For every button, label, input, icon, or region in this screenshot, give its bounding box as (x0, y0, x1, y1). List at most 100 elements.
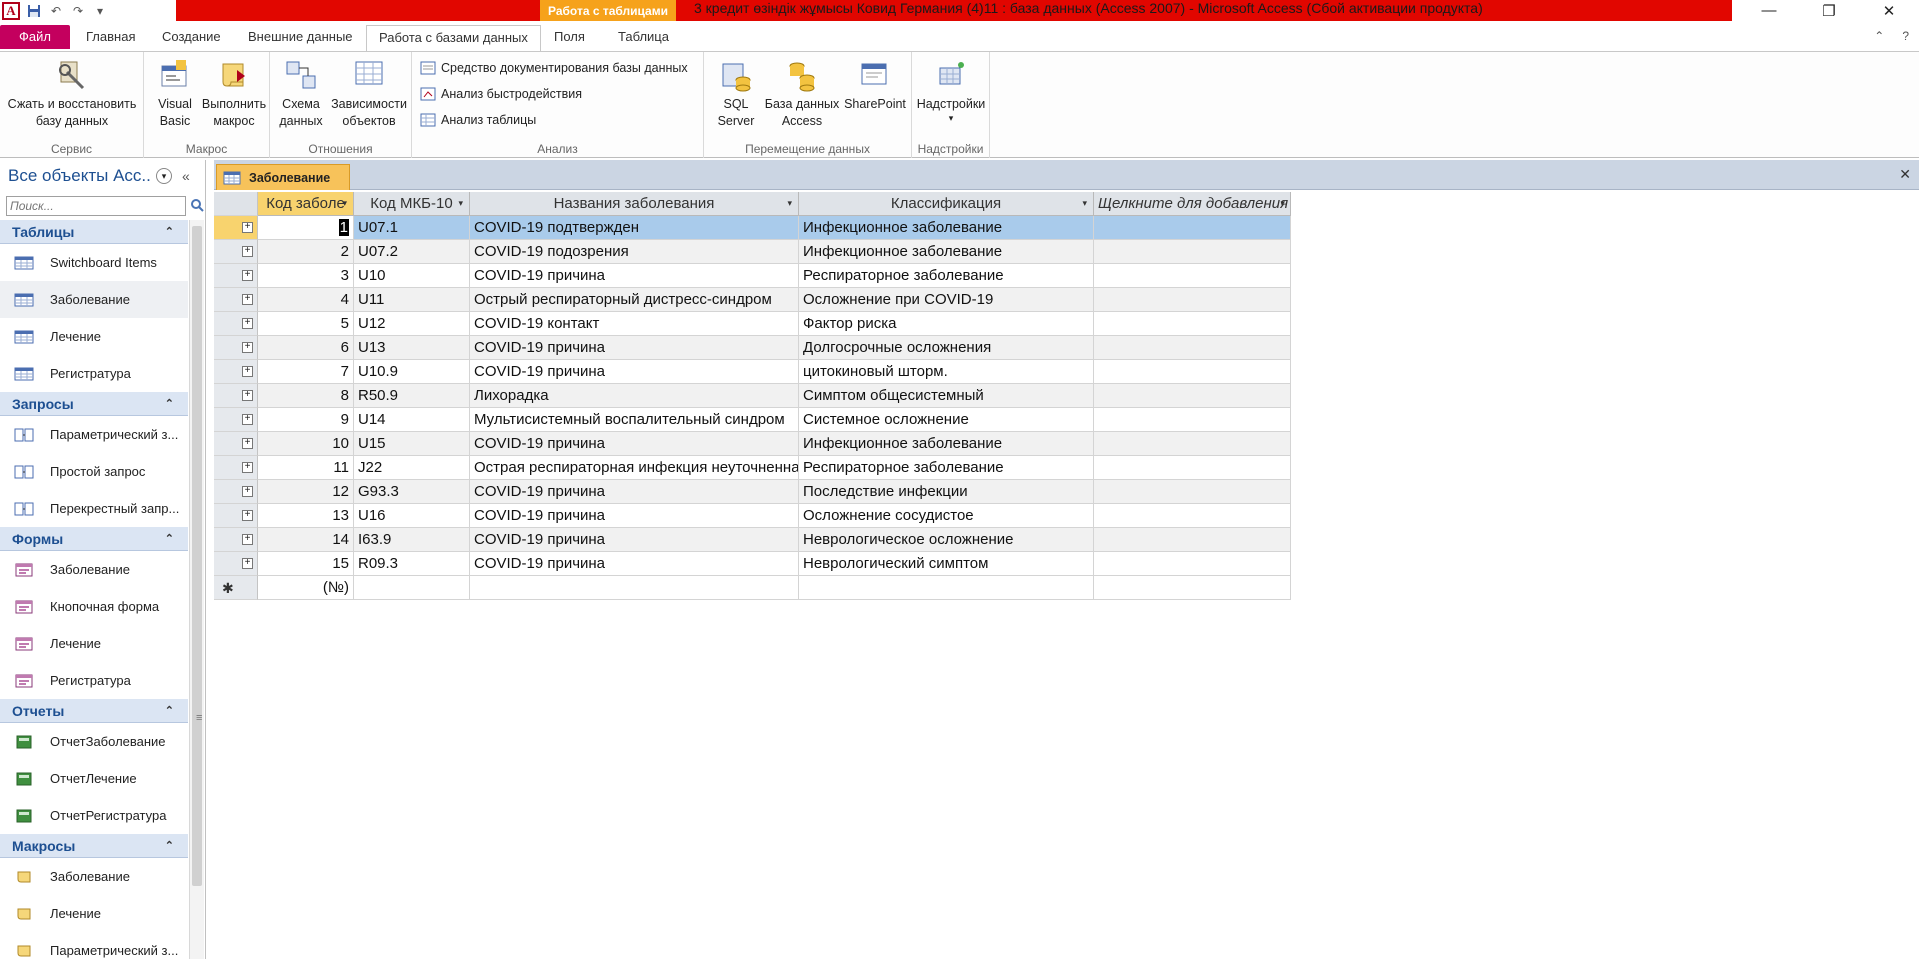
col-klassifikaciya-cell[interactable]: Осложнение при COVID-19 (799, 288, 1094, 312)
table-row[interactable]: +12 G93.3 COVID-19 причина Последствие инфе… (214, 480, 1291, 504)
nav-scrollbar[interactable] (189, 220, 204, 959)
col-klassifikaciya-cell[interactable]: Инфекционное заболевание (799, 432, 1094, 456)
tab-file[interactable]: Файл (0, 25, 70, 49)
col-klassifikaciya-cell[interactable]: Респираторное заболевание (799, 456, 1094, 480)
col-kod-mkb-cell[interactable]: U07.2 (354, 240, 470, 264)
col-add-field-cell[interactable] (1094, 528, 1291, 552)
table-row[interactable]: +8 R50.9 Лихорадка Симптом общесистемный (214, 384, 1291, 408)
col-add-field-cell[interactable] (1094, 216, 1291, 240)
record-selector[interactable]: + (214, 336, 258, 360)
restore-button[interactable]: ❐ (1799, 0, 1859, 21)
col-klassifikaciya-header[interactable]: Классификация ▾ (799, 192, 1094, 216)
close-document-icon[interactable]: ✕ (1899, 166, 1911, 183)
new-record-row[interactable]: ✱ (№) (214, 576, 1291, 600)
table-row[interactable]: +10 U15 COVID-19 причина Инфекционное забол… (214, 432, 1291, 456)
tab-database-tools[interactable]: Работа с базами данных (366, 25, 541, 52)
access-database-button[interactable]: База данных Access (760, 58, 844, 130)
col-kod-mkb-cell[interactable]: U10.9 (354, 360, 470, 384)
sort-filter-dropdown-icon[interactable]: ▾ (1082, 192, 1087, 215)
collapse-section-icon[interactable]: ⌃ (165, 225, 174, 238)
col-nazvanie-cell[interactable]: Острая респираторная инфекция неуточненн… (470, 456, 799, 480)
col-add-field-cell[interactable] (1094, 240, 1291, 264)
new-record-id-placeholder[interactable]: (№) (258, 576, 354, 600)
col-nazvanie-header[interactable]: Названия заболевания ▾ (470, 192, 799, 216)
col-kod-zabolevaniya-cell[interactable]: 15 (258, 552, 354, 576)
col-nazvanie-cell[interactable]: Лихорадка (470, 384, 799, 408)
relationships-button[interactable]: Схема данных (276, 58, 326, 130)
expand-subdatasheet-icon[interactable]: + (242, 294, 253, 305)
tab-external-data[interactable]: Внешние данные (236, 25, 365, 49)
record-selector[interactable]: + (214, 504, 258, 528)
col-klassifikaciya-cell[interactable]: Фактор риска (799, 312, 1094, 336)
col-klassifikaciya-cell[interactable]: Респираторное заболевание (799, 264, 1094, 288)
minimize-button[interactable]: — (1739, 0, 1799, 21)
nav-item[interactable]: Параметрический з... (0, 932, 188, 959)
tab-create[interactable]: Создание (150, 25, 233, 49)
expand-subdatasheet-icon[interactable]: + (242, 366, 253, 377)
col-kod-zabolevaniya-cell[interactable]: 12 (258, 480, 354, 504)
col-add-field-cell[interactable] (1094, 312, 1291, 336)
tab-zabolevanie[interactable]: Заболевание (216, 164, 350, 190)
nav-menu-dropdown-icon[interactable]: ▾ (156, 168, 172, 184)
expand-subdatasheet-icon[interactable]: + (242, 246, 253, 257)
table-row[interactable]: +14 I63.9 COVID-19 причина Неврологическое … (214, 528, 1291, 552)
col-nazvanie-cell[interactable]: COVID-19 причина (470, 336, 799, 360)
table-row[interactable]: +15 R09.3 COVID-19 причина Неврологический … (214, 552, 1291, 576)
nav-item[interactable]: ОтчетЗаболевание (0, 723, 188, 760)
col-kod-mkb-cell[interactable]: J22 (354, 456, 470, 480)
nav-item[interactable]: Простой запрос (0, 453, 188, 490)
tab-home[interactable]: Главная (74, 25, 147, 49)
col-klassifikaciya-cell[interactable]: Инфекционное заболевание (799, 216, 1094, 240)
col-add-field-cell[interactable] (1094, 336, 1291, 360)
record-selector[interactable]: + (214, 216, 258, 240)
record-selector[interactable]: + (214, 528, 258, 552)
col-kod-zabolevaniya-cell[interactable]: 4 (258, 288, 354, 312)
col-klassifikaciya-cell[interactable]: Осложнение сосудистое (799, 504, 1094, 528)
col-add-field-cell[interactable] (1094, 456, 1291, 480)
col-add-field-cell[interactable] (1094, 576, 1291, 600)
nav-search-input[interactable] (6, 196, 186, 216)
nav-title[interactable]: Все объекты Acc... (0, 166, 150, 186)
nav-item[interactable]: Параметрический з... (0, 416, 188, 453)
col-add-field-cell[interactable] (1094, 432, 1291, 456)
table-row[interactable]: +1 U07.1 COVID-19 подтвержден Инфекционное … (214, 216, 1291, 240)
col-klassifikaciya-cell[interactable]: Неврологический симптом (799, 552, 1094, 576)
col-add-field-cell[interactable] (1094, 504, 1291, 528)
col-add-field-cell[interactable] (1094, 360, 1291, 384)
col-add-field-cell[interactable] (1094, 480, 1291, 504)
nav-header[interactable]: Все объекты Acc... ▾ « (0, 160, 206, 192)
nav-item[interactable]: Лечение (0, 318, 188, 355)
expand-subdatasheet-icon[interactable]: + (242, 462, 253, 473)
col-kod-zabolevaniya-cell[interactable]: 8 (258, 384, 354, 408)
col-kod-zabolevaniya-cell[interactable]: 3 (258, 264, 354, 288)
customize-qat-icon[interactable]: ▾ (92, 3, 108, 19)
col-nazvanie-cell[interactable]: COVID-19 подозрения (470, 240, 799, 264)
record-selector[interactable]: + (214, 408, 258, 432)
col-kod-mkb-cell[interactable] (354, 576, 470, 600)
undo-icon[interactable]: ↶ (48, 3, 64, 19)
expand-subdatasheet-icon[interactable]: + (242, 270, 253, 281)
nav-item[interactable]: Switchboard Items (0, 244, 188, 281)
col-kod-zabolevaniya-cell[interactable]: 7 (258, 360, 354, 384)
col-nazvanie-cell[interactable]: COVID-19 подтвержден (470, 216, 799, 240)
object-dependencies-button[interactable]: Зависимости объектов (328, 58, 410, 130)
col-kod-mkb-cell[interactable]: U14 (354, 408, 470, 432)
col-klassifikaciya-cell[interactable]: Системное осложнение (799, 408, 1094, 432)
nav-item[interactable]: Перекрестный запр... (0, 490, 188, 527)
table-row[interactable]: +6 U13 COVID-19 причина Долгосрочные осложн… (214, 336, 1291, 360)
col-kod-zabolevaniya-cell[interactable]: 5 (258, 312, 354, 336)
record-selector[interactable]: + (214, 456, 258, 480)
col-kod-mkb-cell[interactable]: U13 (354, 336, 470, 360)
col-kod-zabolevaniya-cell[interactable]: 9 (258, 408, 354, 432)
col-kod-mkb-cell[interactable]: G93.3 (354, 480, 470, 504)
col-klassifikaciya-cell[interactable]: Инфекционное заболевание (799, 240, 1094, 264)
collapse-section-icon[interactable]: ⌃ (165, 839, 174, 852)
visual-basic-button[interactable]: Visual Basic (152, 58, 198, 130)
sort-filter-dropdown-icon[interactable]: ▾ (1279, 192, 1284, 215)
col-nazvanie-cell[interactable]: Острый респираторный дистресс-синдром (470, 288, 799, 312)
collapse-section-icon[interactable]: ⌃ (165, 704, 174, 717)
close-button[interactable]: ✕ (1859, 0, 1919, 21)
nav-item[interactable]: Лечение (0, 625, 188, 662)
table-row[interactable]: +11 J22 Острая респираторная инфекция неут… (214, 456, 1291, 480)
record-selector[interactable]: + (214, 360, 258, 384)
